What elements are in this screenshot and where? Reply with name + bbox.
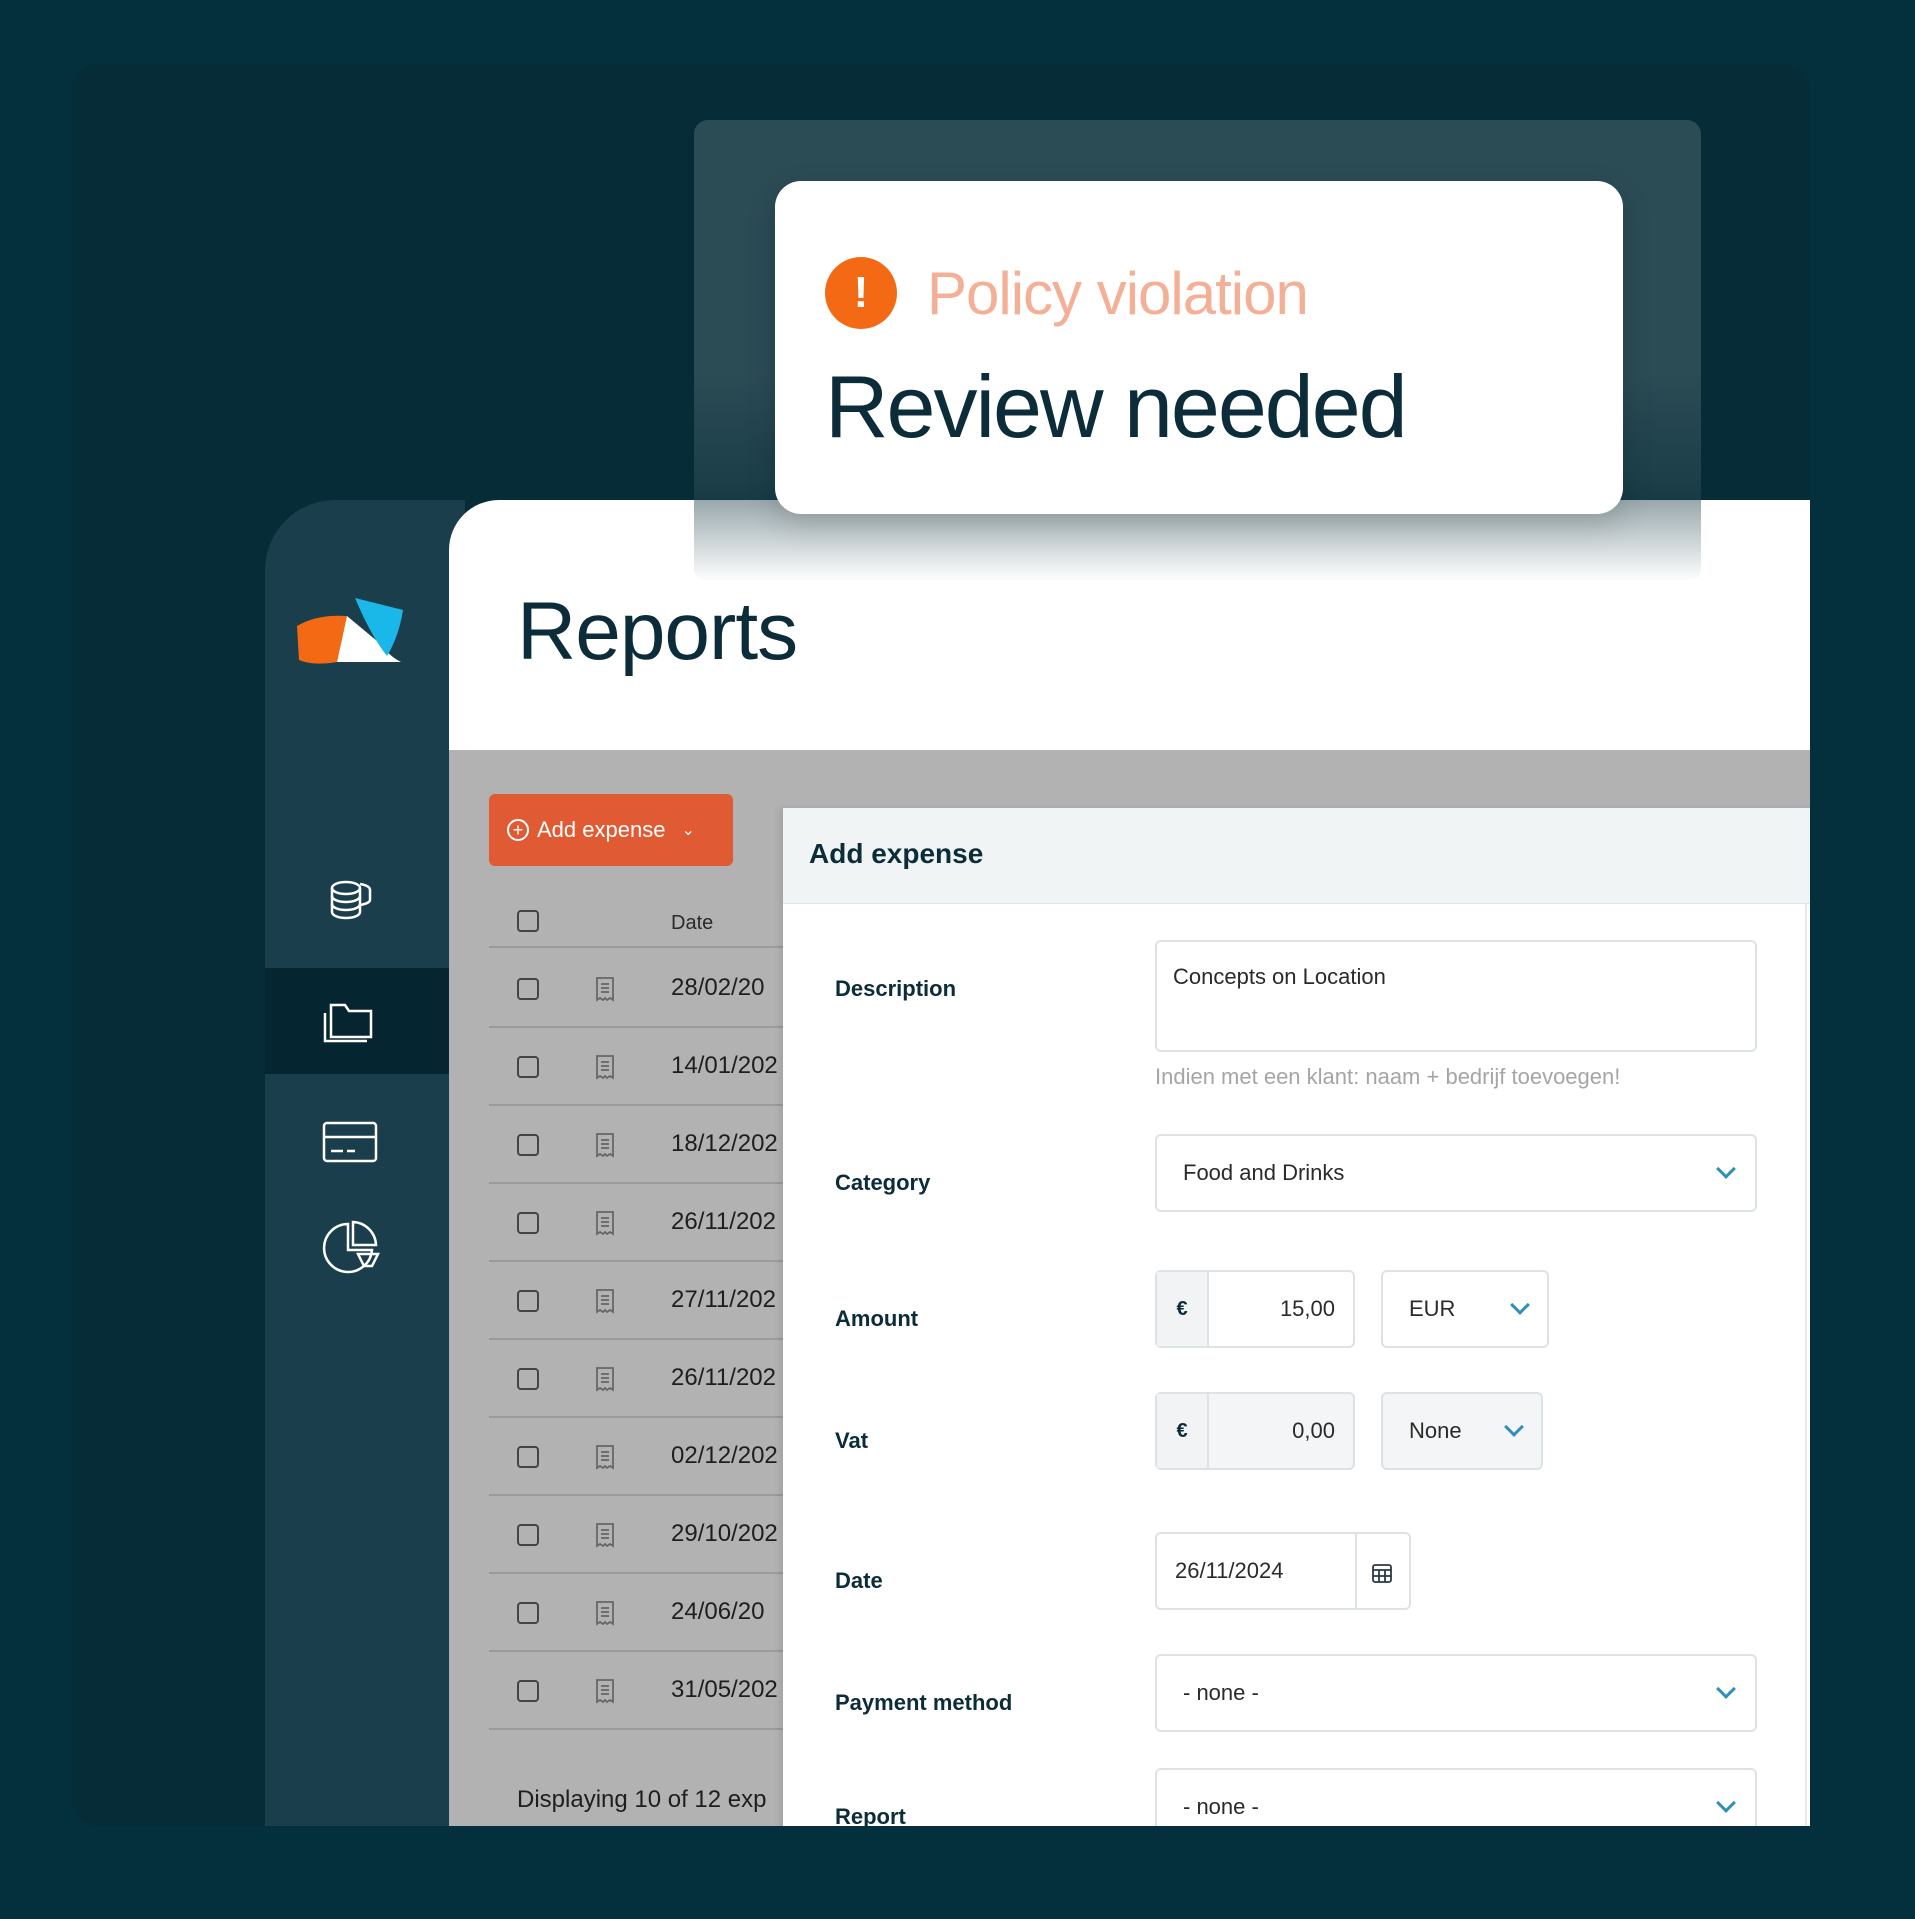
row-checkbox[interactable] — [517, 1680, 539, 1702]
table-row[interactable]: 26/11/202 — [489, 1340, 789, 1418]
chevron-down-icon: ⌄ — [681, 822, 695, 839]
page-title: Reports — [517, 586, 798, 677]
pagination-summary: Displaying 10 of 12 exp — [517, 1786, 767, 1813]
add-expense-label: Add expense — [537, 817, 666, 842]
receipt-icon — [596, 1055, 614, 1080]
calendar-icon[interactable] — [1371, 1562, 1393, 1584]
row-checkbox[interactable] — [517, 978, 539, 1000]
chevron-down-icon — [1716, 1793, 1736, 1813]
description-value: Concepts on Location — [1173, 964, 1386, 989]
plus-circle-icon: + — [507, 819, 529, 841]
payment-method-value: - none - — [1183, 1680, 1259, 1705]
receipt-icon — [596, 1523, 614, 1548]
receipt-icon — [596, 977, 614, 1002]
description-hint: Indien met een klant: naam + bedrijf toe… — [1155, 1064, 1621, 1089]
receipt-icon — [596, 1445, 614, 1470]
row-date: 18/12/202 — [671, 1130, 778, 1157]
date-divider — [1355, 1534, 1357, 1608]
receipt-icon — [596, 1133, 614, 1158]
add-expense-button[interactable]: + Add expense ⌄ — [489, 794, 733, 866]
row-date: 28/02/20 — [671, 974, 765, 1001]
report-label: Report — [835, 1804, 906, 1826]
receipt-icon — [596, 1679, 614, 1704]
folder-icon[interactable] — [320, 990, 380, 1050]
date-label: Date — [835, 1568, 883, 1593]
report-value: - none - — [1183, 1794, 1259, 1819]
row-date: 26/11/202 — [671, 1208, 776, 1235]
row-checkbox[interactable] — [517, 1056, 539, 1078]
date-column-header[interactable]: Date — [671, 912, 713, 935]
table-row[interactable]: 02/12/202 — [489, 1418, 789, 1496]
policy-violation-card[interactable]: ! Policy violation Review needed — [775, 181, 1623, 514]
row-checkbox[interactable] — [517, 1524, 539, 1546]
receipt-icon — [596, 1601, 614, 1626]
row-date: 14/01/202 — [671, 1052, 778, 1079]
table-row[interactable]: 14/01/202 — [489, 1028, 789, 1106]
payment-method-select[interactable]: - none - — [1155, 1654, 1757, 1732]
add-expense-modal: Add expense Description Concepts on Loca… — [783, 808, 1810, 1826]
currency-select[interactable]: EUR — [1381, 1270, 1549, 1348]
row-date: 24/06/20 — [671, 1598, 765, 1625]
main-panel: Reports + Add expense ⌄ Date 28/02/20 14… — [449, 500, 1810, 1826]
description-textarea[interactable]: Concepts on Location — [1155, 940, 1757, 1052]
receipt-icon — [596, 1367, 614, 1392]
row-date: 31/05/202 — [671, 1676, 778, 1703]
vat-rate-value: None — [1409, 1418, 1462, 1443]
modal-scrollbar[interactable] — [1805, 904, 1807, 1826]
amount-input[interactable]: € 15,00 — [1155, 1270, 1355, 1348]
vat-value: 0,00 — [1292, 1418, 1335, 1443]
chevron-down-icon — [1716, 1679, 1736, 1699]
amount-label: Amount — [835, 1306, 919, 1331]
coins-icon[interactable] — [320, 868, 380, 928]
date-input[interactable]: 26/11/2024 — [1155, 1532, 1411, 1610]
table-row[interactable]: 31/05/202 — [489, 1652, 789, 1730]
category-select[interactable]: Food and Drinks — [1155, 1134, 1757, 1212]
currency-value: EUR — [1409, 1296, 1456, 1321]
table-row[interactable]: 26/11/202 — [489, 1184, 789, 1262]
modal-title: Add expense — [809, 838, 984, 869]
row-checkbox[interactable] — [517, 1602, 539, 1624]
table-row[interactable]: 28/02/20 — [489, 950, 789, 1028]
card-icon[interactable] — [320, 1112, 380, 1172]
reports-content: + Add expense ⌄ Date 28/02/20 14/01/202 … — [449, 750, 1810, 1826]
table-row[interactable]: 18/12/202 — [489, 1106, 789, 1184]
vat-label: Vat — [835, 1428, 869, 1453]
table-row[interactable]: 27/11/202 — [489, 1262, 789, 1340]
modal-header: Add expense — [783, 808, 1810, 904]
table-header: Date — [489, 890, 789, 948]
row-checkbox[interactable] — [517, 1134, 539, 1156]
row-checkbox[interactable] — [517, 1446, 539, 1468]
description-label: Description — [835, 976, 957, 1001]
select-all-checkbox[interactable] — [517, 910, 539, 932]
row-checkbox[interactable] — [517, 1290, 539, 1312]
chevron-down-icon — [1716, 1159, 1736, 1179]
category-value: Food and Drinks — [1183, 1160, 1345, 1185]
euro-addon: € — [1157, 1394, 1209, 1468]
row-date: 26/11/202 — [671, 1364, 776, 1391]
row-checkbox[interactable] — [517, 1368, 539, 1390]
payment-method-label: Payment method — [835, 1690, 1013, 1715]
category-label: Category — [835, 1170, 931, 1195]
review-needed-text: Review needed — [825, 357, 1408, 456]
vat-input[interactable]: € 0,00 — [1155, 1392, 1355, 1470]
chevron-down-icon — [1510, 1295, 1530, 1315]
receipt-icon — [596, 1211, 614, 1236]
receipt-icon — [596, 1289, 614, 1314]
amount-value: 15,00 — [1279, 1296, 1335, 1321]
vat-rate-select[interactable]: None — [1381, 1392, 1543, 1470]
table-row[interactable]: 24/06/20 — [489, 1574, 789, 1652]
date-value: 26/11/2024 — [1175, 1558, 1284, 1583]
row-checkbox[interactable] — [517, 1212, 539, 1234]
row-date: 29/10/202 — [671, 1520, 778, 1547]
row-date: 27/11/202 — [671, 1286, 776, 1313]
report-select[interactable]: - none - — [1155, 1768, 1757, 1826]
chevron-down-icon — [1504, 1417, 1524, 1437]
exclamation-icon: ! — [825, 257, 897, 329]
row-date: 02/12/202 — [671, 1442, 778, 1469]
policy-violation-title: Policy violation — [927, 260, 1309, 327]
euro-addon: € — [1157, 1272, 1209, 1346]
table-row[interactable]: 29/10/202 — [489, 1496, 789, 1574]
pie-chart-icon[interactable] — [320, 1218, 380, 1278]
app-logo — [297, 598, 403, 664]
